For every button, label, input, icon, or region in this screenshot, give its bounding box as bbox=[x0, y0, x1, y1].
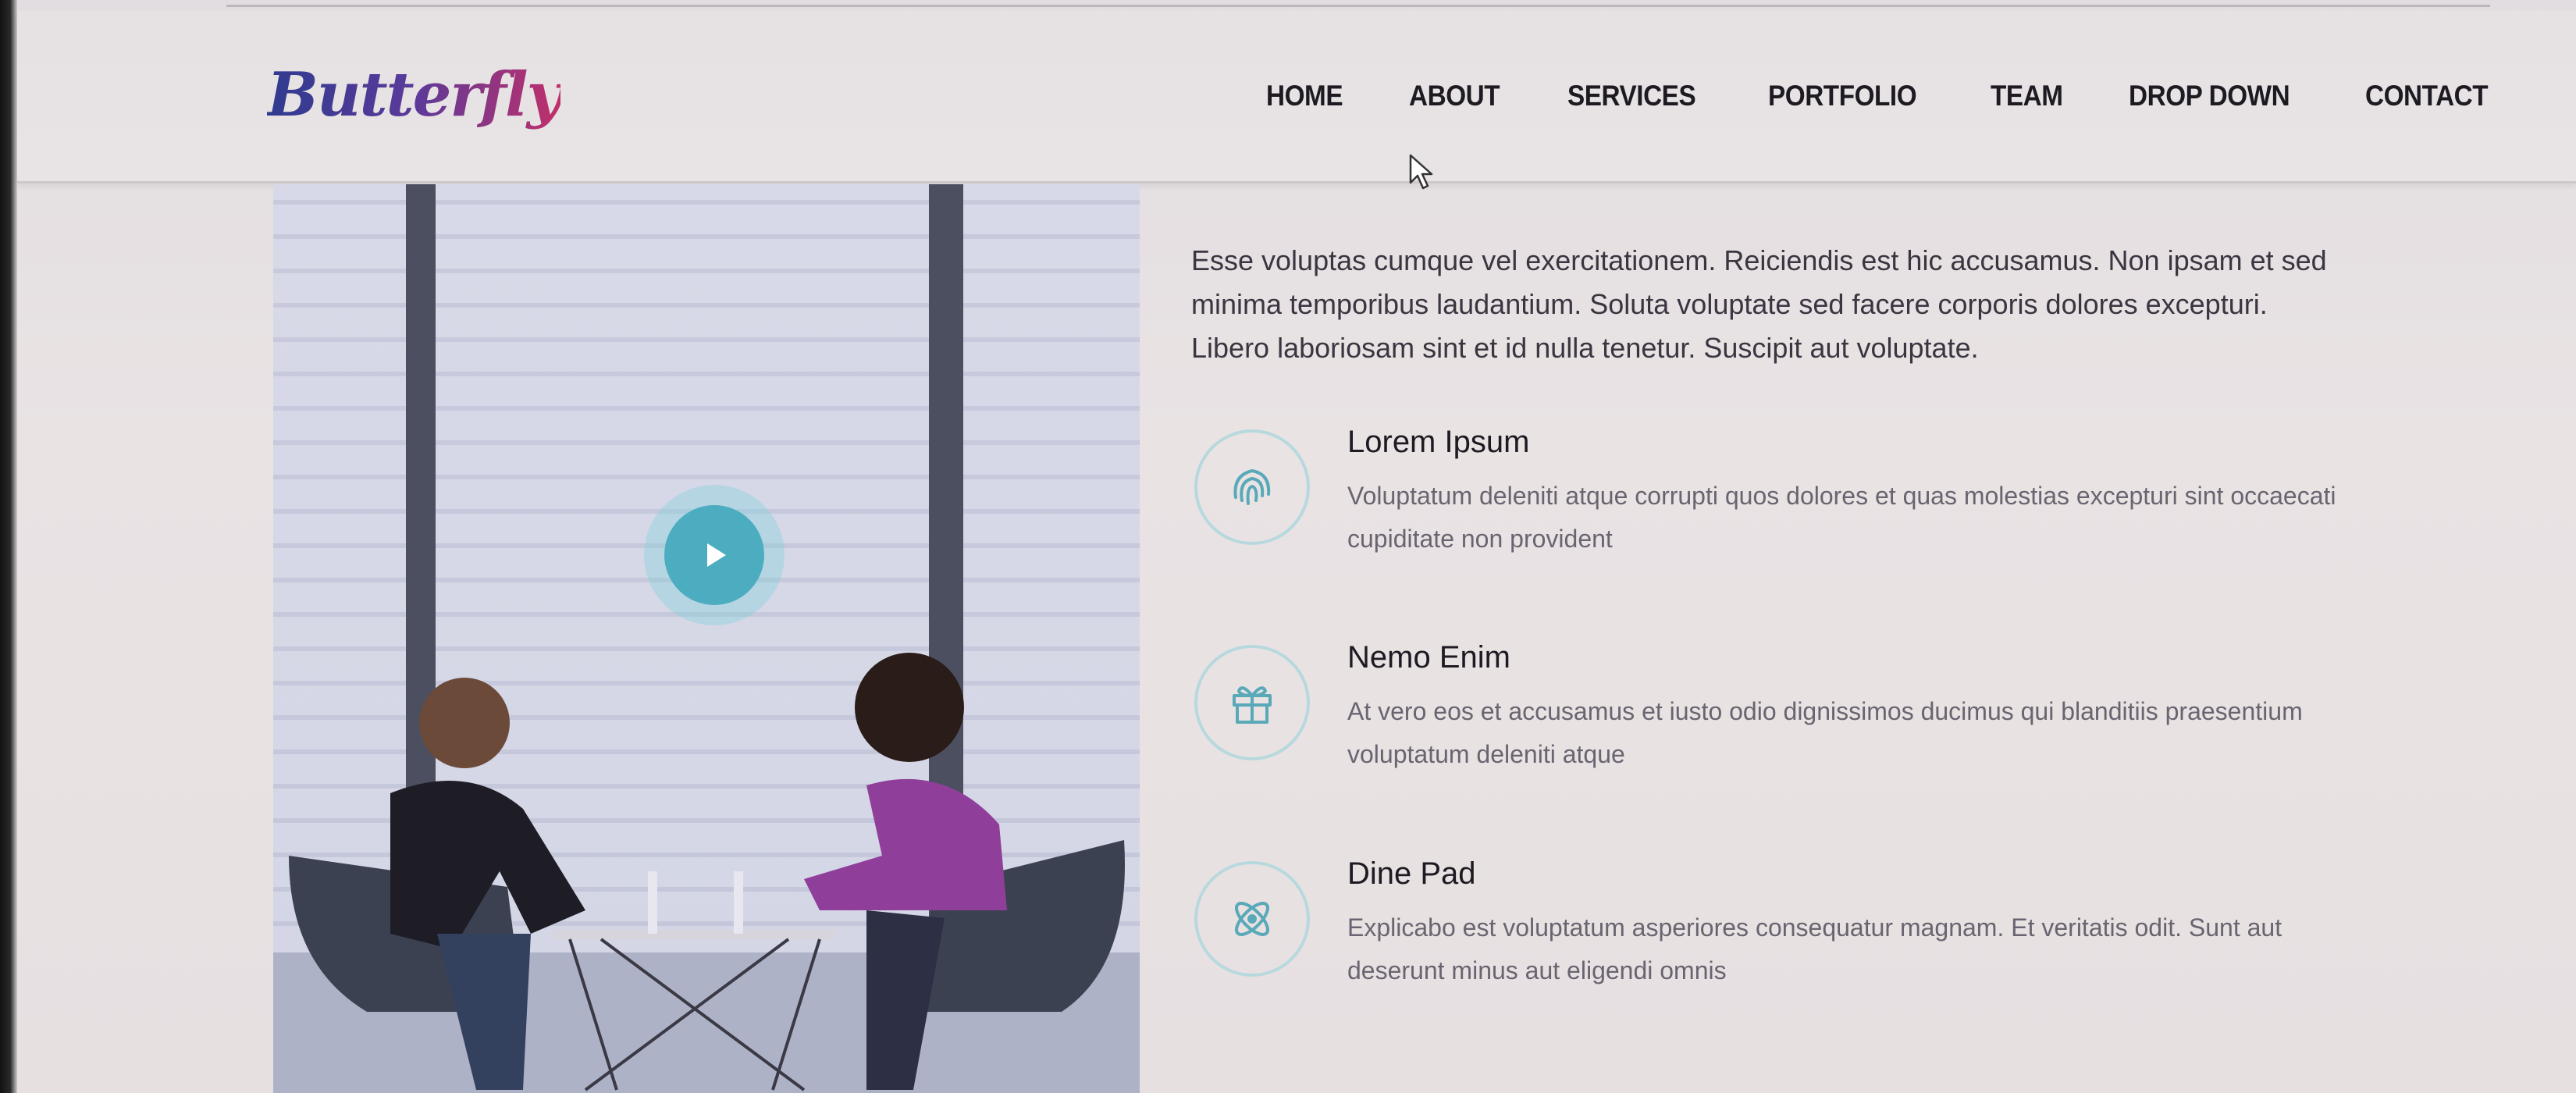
nav-item-portfolio[interactable]: PORTFOLIO bbox=[1768, 80, 1917, 112]
browser-viewport: Butterfly HOME ABOUT SERVICES PORTFOLIO … bbox=[0, 0, 2576, 1093]
feature-item: Nemo Enim At vero eos et accusamus et iu… bbox=[1191, 640, 2362, 801]
main-nav: HOME ABOUT SERVICES PORTFOLIO TEAM DROP … bbox=[1266, 80, 2501, 112]
play-button-core bbox=[664, 505, 764, 605]
atom-icon bbox=[1194, 861, 1310, 977]
nav-item-services[interactable]: SERVICES bbox=[1567, 80, 1696, 112]
brand-logo[interactable]: Butterfly bbox=[267, 59, 562, 130]
video-thumbnail[interactable] bbox=[273, 184, 1140, 1093]
feature-title: Nemo Enim bbox=[1347, 640, 1510, 675]
feature-description: Explicabo est voluptatum asperiores cons… bbox=[1347, 913, 2282, 984]
feature-item: Dine Pad Explicabo est voluptatum asperi… bbox=[1191, 856, 2362, 1017]
top-divider bbox=[226, 5, 2490, 7]
site-header: Butterfly HOME ABOUT SERVICES PORTFOLIO … bbox=[17, 11, 2576, 183]
play-button[interactable] bbox=[644, 485, 785, 625]
nav-item-drop-down[interactable]: DROP DOWN bbox=[2129, 80, 2290, 112]
about-intro-text: Esse voluptas cumque vel exercitationem.… bbox=[1191, 244, 2327, 364]
feature-item: Lorem Ipsum Voluptatum deleniti atque co… bbox=[1191, 425, 2362, 586]
meeting-illustration bbox=[289, 653, 1125, 1091]
feature-description: At vero eos et accusamus et iusto odio d… bbox=[1347, 697, 2303, 768]
gift-icon bbox=[1194, 645, 1310, 760]
mouse-cursor-icon bbox=[1409, 154, 1433, 190]
nav-item-home[interactable]: HOME bbox=[1266, 80, 1343, 112]
monitor-bezel bbox=[0, 0, 17, 1093]
feature-title: Dine Pad bbox=[1347, 856, 1476, 891]
play-icon bbox=[707, 543, 726, 567]
fingerprint-icon bbox=[1194, 429, 1310, 545]
nav-item-about[interactable]: ABOUT bbox=[1409, 80, 1500, 112]
nav-item-team[interactable]: TEAM bbox=[1991, 80, 2063, 112]
feature-description: Voluptatum deleniti atque corrupti quos … bbox=[1347, 482, 2336, 553]
nav-item-contact[interactable]: CONTACT bbox=[2365, 80, 2489, 112]
feature-title: Lorem Ipsum bbox=[1347, 425, 1530, 459]
